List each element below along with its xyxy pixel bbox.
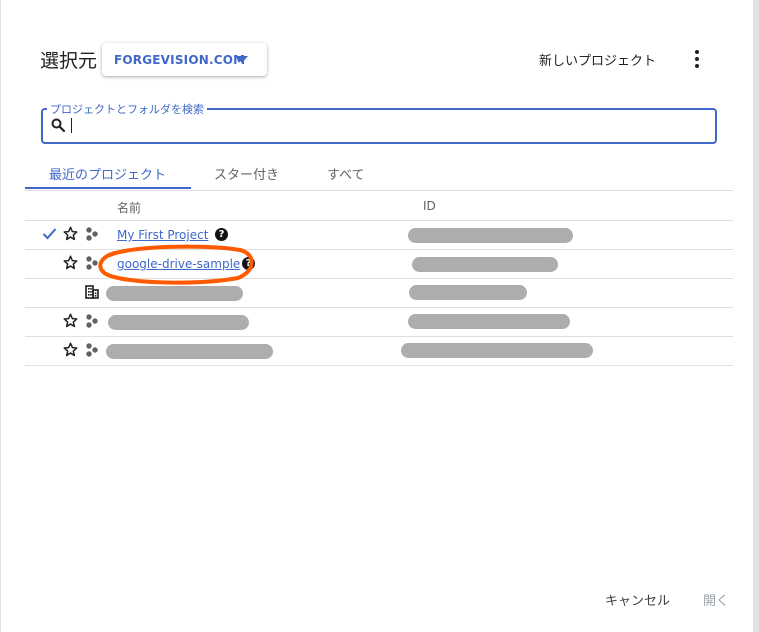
redacted-id [408, 228, 573, 243]
column-header-name: 名前 [117, 201, 142, 215]
redacted-id [408, 314, 570, 329]
search-label: プロジェクトとフォルダを検索 [47, 101, 207, 117]
redacted-id [409, 285, 527, 300]
background-edge [753, 0, 759, 632]
project-icon [86, 256, 98, 270]
new-project-button[interactable]: 新しいプロジェクト [539, 50, 656, 69]
tab-recent[interactable]: 最近のプロジェクト [49, 164, 166, 183]
active-tab-indicator [25, 187, 191, 189]
help-icon[interactable]: ? [215, 228, 228, 241]
divider [25, 190, 733, 191]
project-link[interactable]: My First Project [117, 228, 208, 242]
redacted-id [412, 257, 558, 272]
help-icon[interactable]: ? [242, 257, 255, 270]
caret-down-icon [236, 56, 248, 63]
dialog-title: 選択元 [40, 50, 98, 72]
redacted-id [401, 343, 593, 358]
cancel-button[interactable]: キャンセル [605, 590, 670, 609]
search-icon [51, 118, 65, 132]
redacted-name [106, 286, 243, 301]
star-icon[interactable] [63, 313, 78, 328]
background-edge [0, 0, 1, 632]
star-icon[interactable] [63, 226, 78, 241]
tab-starred[interactable]: スター付き [214, 164, 279, 183]
divider [25, 365, 733, 366]
open-button[interactable]: 開く [703, 590, 729, 609]
text-cursor [71, 118, 72, 133]
organization-label: FORGEVISION.COM [114, 52, 246, 67]
star-icon[interactable] [63, 255, 78, 270]
star-icon[interactable] [63, 342, 78, 357]
check-icon [42, 228, 57, 240]
project-link[interactable]: google-drive-sample [117, 257, 240, 271]
tab-all[interactable]: すべて [327, 164, 365, 183]
column-header-id: ID [423, 199, 436, 213]
redacted-name [106, 344, 273, 359]
project-icon [86, 227, 98, 241]
redacted-name [108, 315, 249, 330]
organization-icon [85, 285, 99, 299]
organization-selector[interactable]: FORGEVISION.COM [102, 43, 267, 76]
project-icon [86, 343, 98, 357]
project-icon [86, 314, 98, 328]
more-vert-icon[interactable] [690, 48, 704, 70]
